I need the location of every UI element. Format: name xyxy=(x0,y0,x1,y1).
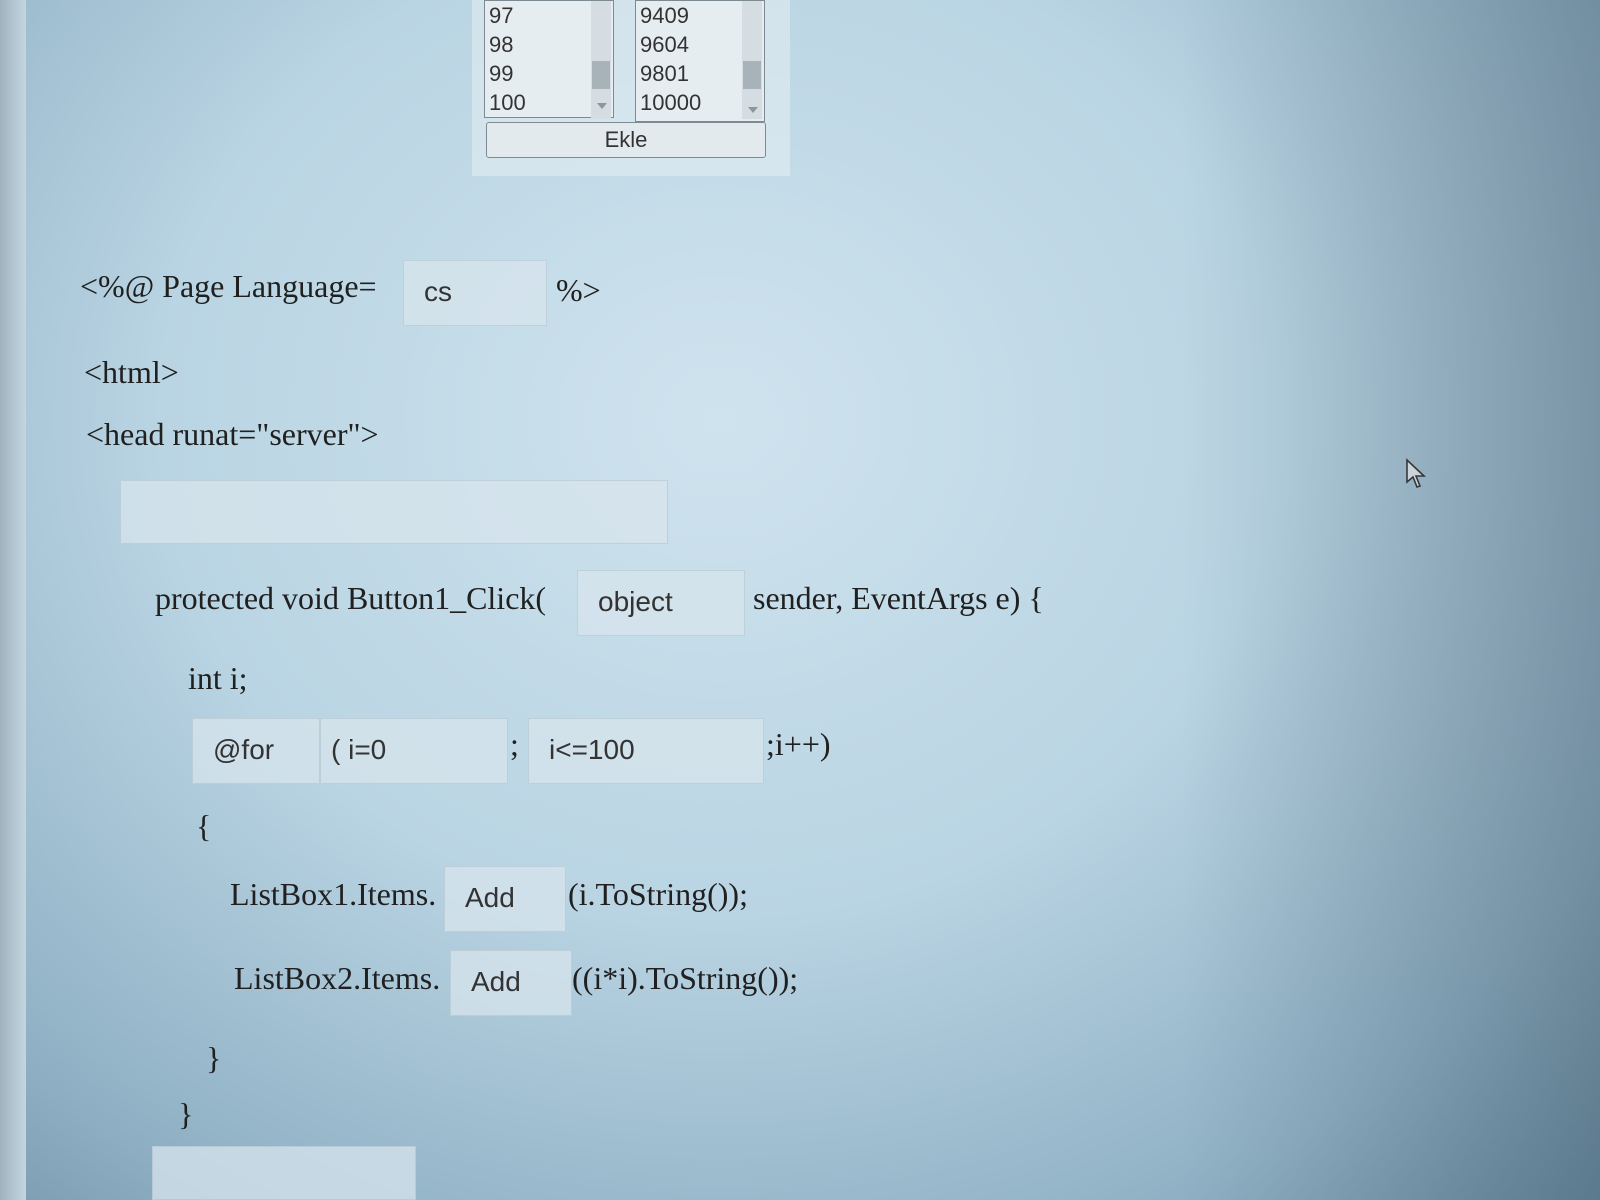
listbox2-statement-prefix: ListBox2.Items. xyxy=(234,960,441,996)
bottom-field[interactable] xyxy=(152,1146,416,1200)
listbox-2[interactable]: 9409 9604 9801 10000 xyxy=(635,0,765,122)
page-directive-suffix: %> xyxy=(556,272,601,308)
param-type-field[interactable]: object xyxy=(577,570,745,636)
listbox2-statement-suffix: ((i*i).ToString()); xyxy=(572,960,799,996)
listbox-1[interactable]: 97 98 99 100 xyxy=(484,0,614,119)
int-declaration: int i; xyxy=(188,660,248,696)
method-signature-suffix: sender, EventArgs e) { xyxy=(753,580,1044,616)
html-open-tag: <html> xyxy=(84,354,179,390)
scroll-down-arrow-icon[interactable] xyxy=(748,107,758,113)
listbox2-method-field[interactable]: Add xyxy=(450,950,572,1016)
method-close-brace: } xyxy=(178,1096,194,1132)
loop-increment: ;i++) xyxy=(766,726,831,762)
scrollbar[interactable] xyxy=(591,1,611,119)
language-field[interactable]: cs xyxy=(403,260,547,326)
loop-separator: ; xyxy=(510,726,519,762)
listbox1-statement-suffix: (i.ToString()); xyxy=(568,876,748,912)
loop-init-field[interactable]: ( i=0 xyxy=(320,718,508,784)
scrollbar-thumb[interactable] xyxy=(592,61,610,89)
scrollbar[interactable] xyxy=(742,1,762,119)
listbox1-method-field[interactable]: Add xyxy=(444,866,566,932)
page-directive-prefix: <%@ Page Language= xyxy=(80,268,377,304)
mouse-pointer-icon xyxy=(1406,458,1427,488)
loop-condition-field[interactable]: i<=100 xyxy=(528,718,764,784)
ekle-button[interactable]: Ekle xyxy=(486,122,766,158)
loop-open-brace: { xyxy=(196,808,212,844)
loop-keyword-field[interactable]: @for xyxy=(192,718,320,784)
scrollbar-thumb[interactable] xyxy=(743,61,761,89)
method-signature-prefix: protected void Button1_Click( xyxy=(155,580,547,616)
screen-vignette xyxy=(1180,0,1600,1200)
head-open-tag: <head runat="server"> xyxy=(86,416,379,452)
monitor-bezel xyxy=(0,0,26,1200)
script-tag-field[interactable] xyxy=(120,480,668,544)
loop-close-brace: } xyxy=(206,1040,222,1076)
scroll-down-arrow-icon[interactable] xyxy=(597,103,607,109)
listbox1-statement-prefix: ListBox1.Items. xyxy=(230,876,437,912)
